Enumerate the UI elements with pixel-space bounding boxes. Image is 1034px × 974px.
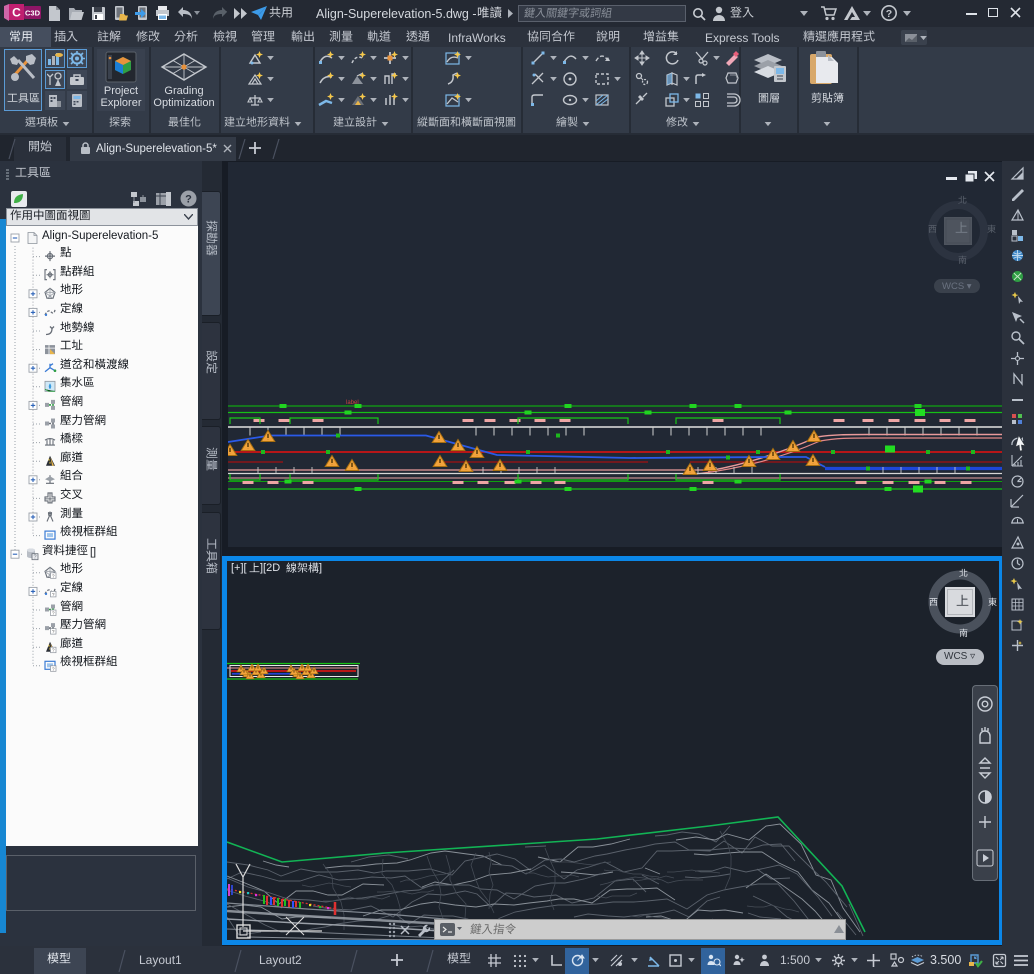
svg-text:?: ? [52, 629, 55, 635]
svg-text:C3D: C3D [25, 9, 41, 18]
svg-text:?: ? [52, 666, 55, 672]
svg-text:?: ? [52, 611, 55, 617]
svg-text:?: ? [52, 648, 55, 654]
svg-text:?: ? [33, 554, 36, 560]
svg-text:?: ? [52, 573, 55, 579]
svg-text:?: ? [185, 194, 192, 206]
svg-text:?: ? [52, 592, 55, 598]
svg-text:label: label [346, 400, 359, 406]
svg-text:?: ? [886, 8, 892, 20]
svg-text:C: C [12, 6, 21, 20]
